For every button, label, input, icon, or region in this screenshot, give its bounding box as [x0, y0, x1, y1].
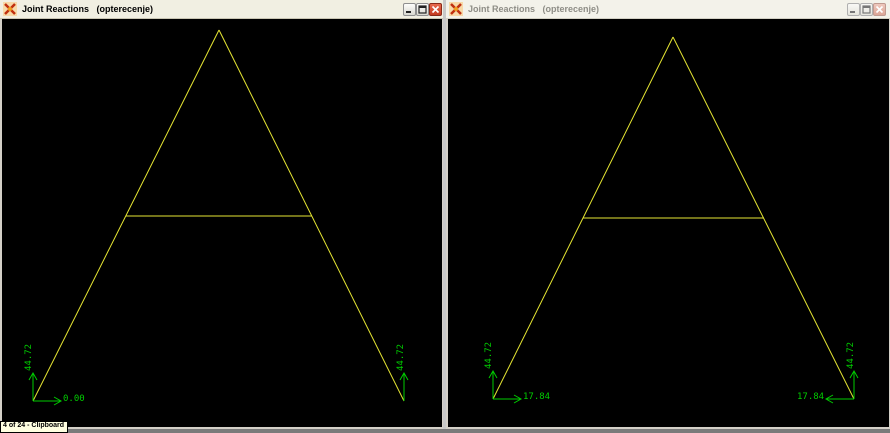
reaction-label-right-vertical: 44.72	[846, 342, 856, 369]
reaction-label-left-horizontal: 17.84	[523, 392, 550, 402]
title-bar[interactable]: Joint Reactions (opterecenje)	[446, 0, 890, 19]
reaction-label-left-horizontal: 0.00	[63, 394, 85, 404]
minimize-button[interactable]	[847, 3, 860, 16]
truss-diagram: 44.72 0.00 44.72	[24, 29, 409, 406]
reaction-label-left-vertical: 44.72	[24, 344, 34, 371]
reaction-label-left-vertical: 44.72	[484, 342, 494, 369]
close-icon	[431, 5, 440, 14]
app-icon[interactable]	[3, 2, 17, 16]
reaction-label-right-vertical: 44.72	[396, 344, 406, 371]
joint-reactions-window-left[interactable]: Joint Reactions (opterecenje) 44.72 0.00…	[0, 0, 445, 429]
reaction-label-right-horizontal: 17.84	[797, 392, 824, 402]
window-title: Joint Reactions (opterecenje)	[468, 4, 600, 14]
clipboard-tooltip: 4 of 24 - Clipboard	[0, 421, 69, 433]
minimize-button[interactable]	[403, 3, 416, 16]
close-icon	[875, 5, 884, 14]
joint-reactions-window-right[interactable]: Joint Reactions (opterecenje) 44.72 17.8…	[446, 0, 890, 429]
reaction-plot-viewport[interactable]: 44.72 17.84 44.72 17.84	[448, 19, 889, 427]
minimize-icon	[850, 11, 855, 13]
maximize-icon	[862, 5, 871, 14]
maximize-icon	[418, 5, 427, 14]
title-bar[interactable]: Joint Reactions (opterecenje)	[0, 0, 445, 19]
close-button[interactable]	[429, 3, 442, 16]
close-button[interactable]	[873, 3, 886, 16]
window-title: Joint Reactions (opterecenje)	[22, 4, 154, 14]
minimize-icon	[406, 11, 411, 13]
app-icon[interactable]	[449, 2, 463, 16]
reaction-plot-viewport[interactable]: 44.72 0.00 44.72	[2, 19, 442, 427]
maximize-button[interactable]	[416, 3, 429, 16]
maximize-button[interactable]	[860, 3, 873, 16]
truss-diagram: 44.72 17.84 44.72 17.84	[484, 36, 859, 404]
